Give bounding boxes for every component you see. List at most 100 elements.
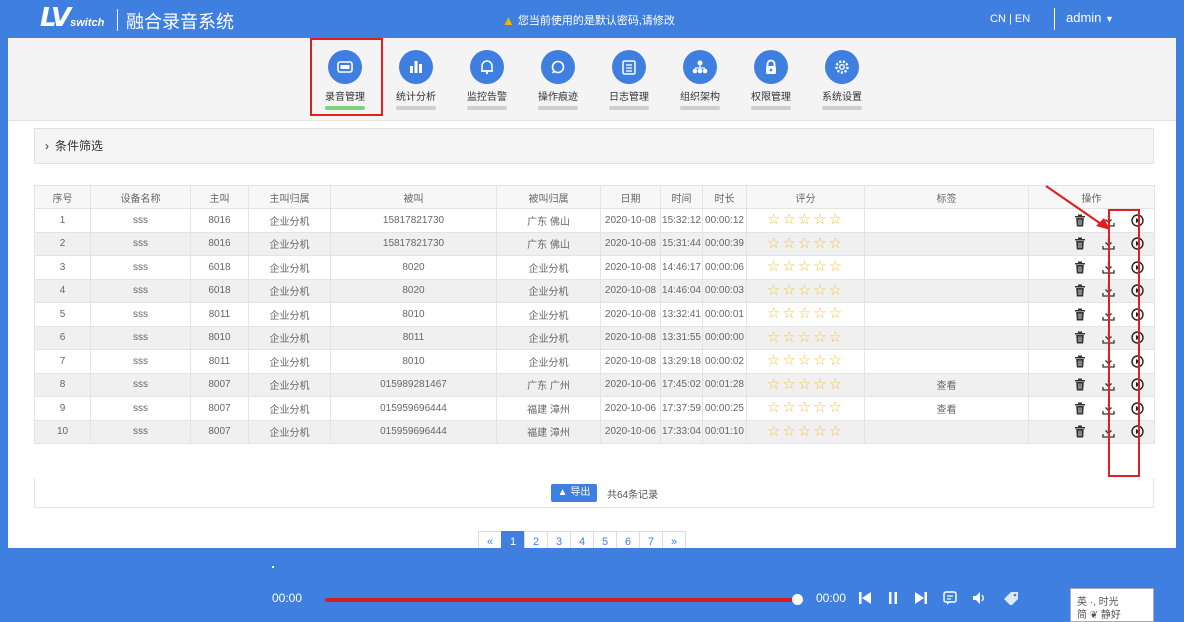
trash-icon[interactable]	[1074, 355, 1086, 368]
table-cell: 2020-10-08	[600, 349, 661, 374]
table-cell: ☆☆☆☆☆	[746, 325, 865, 350]
rating-stars[interactable]: ☆☆☆☆☆	[767, 305, 844, 322]
table-cell: 2020-10-06	[600, 396, 661, 421]
table-cell: 17:33:04	[660, 419, 703, 444]
callee-area-cell: 广东 广州	[527, 381, 570, 393]
table-row: 3 sss 6018 企业分机 8020 企业分机 2020-10-08 14:46:17 00…	[34, 255, 1155, 280]
nav-organization[interactable]: 组织架构	[670, 50, 730, 110]
tag-cell[interactable]: 查看	[937, 381, 957, 392]
org-icon	[683, 50, 717, 84]
callee-area-cell: 企业分机	[528, 334, 569, 346]
table-cell: 查看	[864, 372, 1029, 397]
trash-icon[interactable]	[1074, 284, 1086, 297]
callee-area-cell: 福建 漳州	[527, 404, 570, 416]
trash-icon[interactable]	[1074, 402, 1086, 415]
date-cell: 2020-10-08	[604, 332, 657, 344]
warning-text[interactable]: 您当前使用的是默认密码,请修改	[518, 12, 675, 28]
nav-operation-trace[interactable]: 操作痕迹	[528, 50, 588, 110]
table-cell: 15817821730	[330, 231, 497, 256]
recordings-table: 序号 设备名称 主叫 主叫归属 被叫 被叫归属 日期 时间 时长 评分 标签 操…	[34, 185, 1155, 444]
table-cell: 企业分机	[496, 302, 601, 327]
filter-label: 条件筛选	[55, 139, 104, 153]
trash-icon[interactable]	[1074, 261, 1086, 274]
nav-settings[interactable]: 系统设置	[812, 50, 872, 110]
table-cell: 00:00:12	[702, 208, 747, 233]
language-switch[interactable]: CN | EN	[990, 13, 1030, 25]
password-warning[interactable]: ▲ 您当前使用的是默认密码,请修改	[502, 12, 675, 28]
table-cell	[864, 231, 1029, 256]
table-row: 8 sss 8007 企业分机 015989281467 广东 广州 2020-10-06 1…	[34, 372, 1155, 397]
progress-handle[interactable]	[792, 594, 803, 605]
table-cell: 8020	[330, 278, 497, 303]
caret-down-icon[interactable]: ▼	[1105, 14, 1114, 24]
table-cell: 13:29:18	[660, 349, 703, 374]
caller-area-cell: 企业分机	[269, 381, 310, 393]
progress-track[interactable]	[325, 598, 797, 602]
table-row: 9 sss 8007 企业分机 015959696444 福建 漳州 2020-10-06 1…	[34, 396, 1155, 421]
no-cell: 8	[59, 379, 66, 391]
no-cell: 7	[59, 355, 66, 367]
table-cell: 00:00:00	[702, 325, 747, 350]
caller-cell: 8016	[208, 238, 231, 250]
filter-toggle[interactable]: › 条件筛选	[34, 128, 1154, 164]
table-cell: 企业分机	[248, 278, 331, 303]
callee-cell: 15817821730	[382, 238, 445, 250]
logo: LV switch	[40, 5, 104, 31]
next-icon[interactable]	[914, 591, 928, 605]
trash-icon[interactable]	[1074, 308, 1086, 321]
playlist-icon[interactable]	[942, 590, 958, 606]
volume-icon[interactable]	[972, 591, 988, 605]
table-cell: 企业分机	[248, 208, 331, 233]
no-cell: 1	[59, 214, 66, 226]
rating-stars[interactable]: ☆☆☆☆☆	[767, 282, 844, 299]
rating-stars[interactable]: ☆☆☆☆☆	[767, 329, 844, 346]
callee-cell: 8010	[402, 355, 425, 367]
tag-cell[interactable]: 查看	[937, 405, 957, 416]
trash-icon[interactable]	[1074, 331, 1086, 344]
column-header: 日期	[600, 185, 661, 209]
table-cell: 6018	[190, 255, 249, 280]
table-cell: 00:01:28	[702, 372, 747, 397]
user-name[interactable]: admin	[1066, 10, 1101, 25]
pause-icon[interactable]	[886, 591, 900, 605]
nav-permission[interactable]: 权限管理	[741, 50, 801, 110]
trash-icon[interactable]	[1074, 237, 1086, 250]
rating-stars[interactable]: ☆☆☆☆☆	[767, 258, 844, 275]
tab-indicator	[822, 106, 862, 110]
table-cell: 00:00:06	[702, 255, 747, 280]
table-cell: 00:00:03	[702, 278, 747, 303]
table-cell: 福建 漳州	[496, 419, 601, 444]
nav-log[interactable]: 日志管理	[599, 50, 659, 110]
column-header: 设备名称	[90, 185, 191, 209]
table-cell: 2020-10-08	[600, 302, 661, 327]
table-cell: 6018	[190, 278, 249, 303]
caller-cell: 8007	[208, 402, 231, 414]
rating-stars[interactable]: ☆☆☆☆☆	[767, 376, 844, 393]
trash-icon[interactable]	[1074, 425, 1086, 438]
divider	[117, 9, 118, 31]
table-cell: 8007	[190, 396, 249, 421]
table-cell	[864, 255, 1029, 280]
caller-area-cell: 企业分机	[269, 216, 310, 228]
rating-stars[interactable]: ☆☆☆☆☆	[767, 235, 844, 252]
table-row: 1 sss 8016 企业分机 15817821730 广东 佛山 2020-10-08 15…	[34, 208, 1155, 233]
rating-stars[interactable]: ☆☆☆☆☆	[767, 399, 844, 416]
rating-stars[interactable]: ☆☆☆☆☆	[767, 211, 844, 228]
caller-area-cell: 企业分机	[269, 287, 310, 299]
caller-cell: 8011	[208, 308, 231, 320]
tag-icon[interactable]	[1002, 591, 1020, 605]
nav-monitor-alarm[interactable]: 监控告警	[457, 50, 517, 110]
trash-icon[interactable]	[1074, 378, 1086, 391]
table-cell: 15817821730	[330, 208, 497, 233]
previous-icon[interactable]	[858, 591, 872, 605]
export-button[interactable]: ▲ 导出	[551, 484, 597, 502]
table-cell: 2020-10-06	[600, 419, 661, 444]
decor-dot	[272, 566, 274, 568]
callee-cell: 8011	[402, 332, 425, 344]
nav-statistics[interactable]: 统计分析	[386, 50, 446, 110]
table-cell	[864, 349, 1029, 374]
rating-stars[interactable]: ☆☆☆☆☆	[767, 423, 844, 440]
rating-stars[interactable]: ☆☆☆☆☆	[767, 352, 844, 369]
user-menu[interactable]: admin ▼	[1066, 10, 1114, 25]
table-cell: ☆☆☆☆☆	[746, 255, 865, 280]
